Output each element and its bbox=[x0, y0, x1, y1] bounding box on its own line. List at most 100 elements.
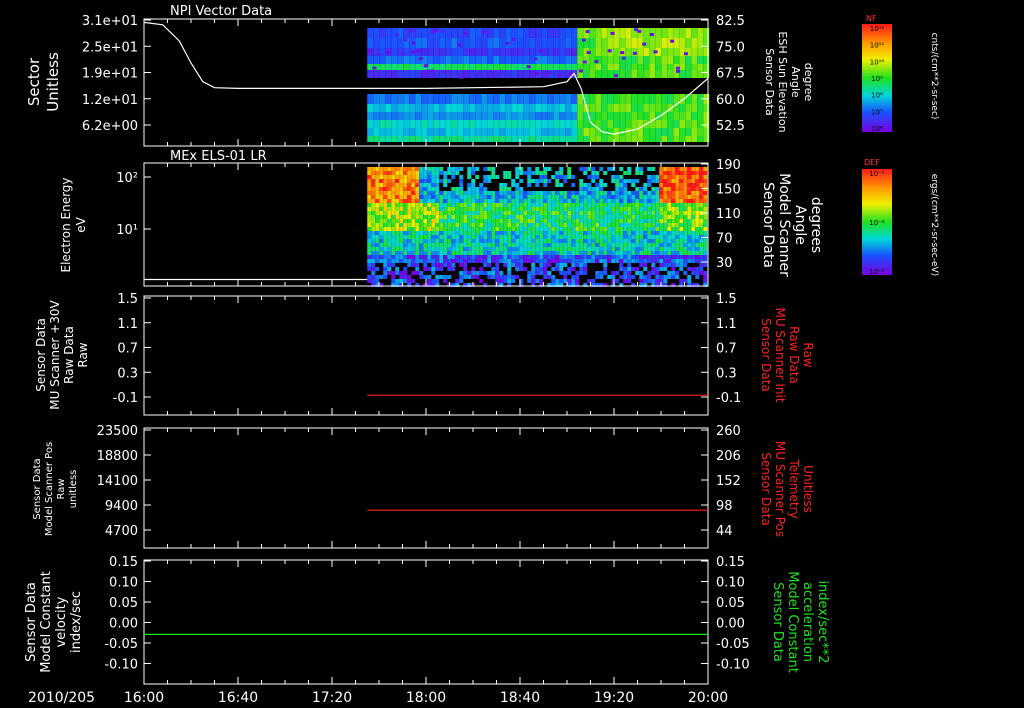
heat-cell bbox=[655, 38, 662, 48]
heat-cell bbox=[635, 215, 640, 219]
heat-cell bbox=[575, 263, 580, 267]
heat-cell bbox=[601, 38, 608, 48]
heat-cell bbox=[403, 255, 408, 259]
heat-cell bbox=[391, 279, 396, 283]
heat-cell bbox=[676, 69, 681, 73]
heat-cell bbox=[459, 239, 464, 243]
heat-cell bbox=[491, 243, 496, 247]
heat-cell bbox=[611, 219, 616, 223]
heat-cell bbox=[575, 227, 580, 231]
heat-cell bbox=[471, 231, 476, 235]
heat-cell bbox=[435, 179, 440, 183]
heat-cell bbox=[691, 199, 696, 203]
heat-cell bbox=[547, 112, 554, 120]
heat-cell bbox=[387, 231, 392, 235]
heat-cell bbox=[583, 136, 590, 142]
heat-cell bbox=[445, 64, 452, 70]
heat-cell bbox=[391, 104, 398, 112]
heat-cell bbox=[663, 211, 668, 215]
heat-cell bbox=[615, 183, 620, 187]
heat-cell bbox=[507, 275, 512, 279]
heat-cell bbox=[511, 211, 516, 215]
colorbar-units: cnts/(cm**2-sr-sec) bbox=[929, 33, 939, 120]
heat-cell bbox=[519, 191, 524, 195]
heat-cell bbox=[551, 243, 556, 247]
heat-cell bbox=[679, 112, 686, 120]
y-tick-label-left: -0.05 bbox=[104, 637, 138, 652]
heat-cell bbox=[503, 187, 508, 191]
heat-cell bbox=[471, 219, 476, 223]
heat-cell bbox=[527, 259, 532, 263]
heat-cell bbox=[499, 231, 504, 235]
heat-cell bbox=[519, 267, 524, 271]
heat-cell bbox=[599, 191, 604, 195]
heat-cell bbox=[419, 211, 424, 215]
heat-cell bbox=[679, 267, 684, 271]
heat-cell bbox=[611, 215, 616, 219]
heat-cell bbox=[475, 243, 480, 247]
heat-cell bbox=[567, 223, 572, 227]
y-axis-title-right-3: Raw bbox=[801, 342, 815, 367]
time-tick-label: 16:40 bbox=[218, 690, 258, 706]
heat-cell bbox=[639, 279, 644, 283]
heat-cell bbox=[519, 251, 524, 255]
heat-cell bbox=[635, 239, 640, 243]
y-tick-label-left: 18800 bbox=[97, 449, 138, 464]
heat-cell bbox=[367, 227, 372, 231]
heat-cell bbox=[457, 112, 464, 120]
heat-cell bbox=[491, 195, 496, 199]
heat-cell bbox=[623, 183, 628, 187]
heat-cell bbox=[639, 167, 644, 171]
heat-cell bbox=[415, 70, 422, 78]
heat-cell bbox=[415, 183, 420, 187]
heat-cell bbox=[619, 243, 624, 247]
heat-cell bbox=[523, 48, 530, 56]
heat-cell bbox=[471, 223, 476, 227]
heat-cell bbox=[499, 211, 504, 215]
heat-cell bbox=[379, 255, 384, 259]
heat-cell bbox=[663, 187, 668, 191]
heat-cell bbox=[409, 64, 416, 70]
heat-cell bbox=[427, 38, 434, 48]
heat-cell bbox=[371, 175, 376, 179]
heat-cell bbox=[687, 227, 692, 231]
heat-cell bbox=[379, 179, 384, 183]
heat-cell bbox=[373, 112, 380, 120]
heat-cell bbox=[467, 171, 472, 175]
heat-cell bbox=[507, 251, 512, 255]
heat-cell bbox=[595, 187, 600, 191]
heat-cell bbox=[667, 128, 674, 136]
heat-cell bbox=[440, 29, 445, 33]
heat-cell bbox=[567, 175, 572, 179]
y-tick-label-left: 23500 bbox=[97, 424, 138, 439]
heat-cell bbox=[571, 247, 576, 251]
y-axis-title-right-0: Sensor Data bbox=[759, 452, 773, 526]
heat-cell bbox=[439, 231, 444, 235]
heat-cell bbox=[391, 203, 396, 207]
colorbar-tick-label: 10⁸ bbox=[871, 92, 883, 100]
heat-cell bbox=[415, 104, 422, 112]
heat-cell bbox=[631, 235, 636, 239]
heat-cell bbox=[411, 251, 416, 255]
heat-cell bbox=[679, 243, 684, 247]
heat-cell bbox=[671, 251, 676, 255]
heat-cell bbox=[583, 215, 588, 219]
heat-cell bbox=[499, 227, 504, 231]
heat-cell bbox=[535, 279, 540, 283]
heat-cell bbox=[523, 112, 530, 120]
heat-cell bbox=[383, 267, 388, 271]
heat-cell bbox=[499, 251, 504, 255]
heat-cell bbox=[517, 64, 524, 70]
heat-cell bbox=[375, 247, 380, 251]
heat-cell bbox=[687, 207, 692, 211]
heat-cell bbox=[643, 104, 650, 112]
heat-cell bbox=[643, 28, 650, 38]
heat-cell bbox=[387, 195, 392, 199]
y-axis-title-left-0: Sensor Data bbox=[32, 458, 43, 519]
heat-cell bbox=[419, 271, 424, 275]
heat-cell bbox=[511, 203, 516, 207]
heat-cell bbox=[655, 223, 660, 227]
heat-cell bbox=[451, 128, 458, 136]
heat-cell bbox=[515, 187, 520, 191]
heat-cell bbox=[523, 28, 530, 38]
